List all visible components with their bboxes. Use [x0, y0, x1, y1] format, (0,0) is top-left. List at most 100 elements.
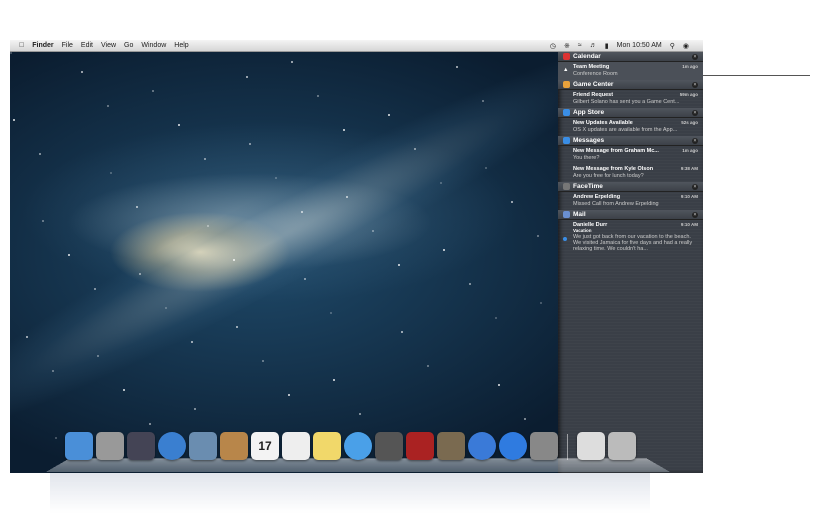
notification-title: Team Meeting	[573, 64, 610, 70]
star	[388, 114, 390, 116]
notification-item[interactable]: New Message from Graham Mc... 1m ago You t…	[558, 146, 703, 164]
star	[443, 249, 445, 251]
notification-item[interactable]: New Updates Available 52s ago OS X updates…	[558, 118, 703, 136]
clock[interactable]: Mon 10:50 AM	[617, 42, 662, 49]
notification-body: Missed Call from Andrew Erpelding	[573, 201, 659, 207]
star	[246, 76, 248, 78]
star	[236, 326, 238, 328]
dock-separator	[567, 434, 568, 460]
star	[359, 413, 361, 415]
notification-item[interactable]: Danielle Durr 9:10 AM Vacation We just got …	[558, 220, 703, 255]
section-header-mail[interactable]: Mail ×	[558, 210, 703, 220]
dock-launchpad-icon[interactable]	[96, 432, 124, 460]
star	[524, 418, 526, 420]
dock-documents-icon[interactable]	[577, 432, 605, 460]
dock-notes-icon[interactable]	[313, 432, 341, 460]
spotlight-icon[interactable]: ⚲	[670, 42, 675, 50]
star	[469, 283, 471, 285]
menu-app-name[interactable]: Finder	[32, 42, 53, 49]
star	[275, 177, 277, 179]
notification-item[interactable]: Andrew Erpelding 9:10 AM Missed Call from …	[558, 192, 703, 210]
star	[456, 66, 458, 68]
apple-menu-icon[interactable]: 	[19, 42, 24, 49]
notification-time: 52s ago	[681, 120, 698, 125]
dock-calendar-icon[interactable]: 17	[251, 432, 279, 460]
close-icon[interactable]: ×	[692, 109, 698, 116]
dock-mission-control-icon[interactable]	[127, 432, 155, 460]
star	[333, 379, 335, 381]
star	[165, 307, 167, 309]
app-icon	[563, 137, 570, 144]
star	[498, 384, 500, 386]
star	[482, 100, 484, 102]
bluetooth-icon[interactable]: ※	[564, 42, 570, 50]
star	[414, 148, 416, 150]
star	[346, 196, 348, 198]
notification-time: 1m ago	[682, 64, 698, 69]
close-icon[interactable]: ×	[692, 81, 698, 88]
section-header-facetime[interactable]: FaceTime ×	[558, 182, 703, 192]
desktop-wallpaper	[10, 40, 631, 473]
dock-app-store-icon[interactable]	[499, 432, 527, 460]
star	[55, 437, 57, 439]
star	[204, 158, 206, 160]
dock-iphoto-icon[interactable]	[437, 432, 465, 460]
star	[233, 259, 235, 261]
section-header-game-center[interactable]: Game Center ×	[558, 80, 703, 90]
star	[94, 288, 96, 290]
star	[178, 124, 180, 126]
section-title: Calendar	[573, 53, 601, 60]
star	[39, 153, 41, 155]
notification-item[interactable]: Team Meeting 1m ago Conference Room ▲	[558, 62, 703, 80]
dock-photo-booth-icon[interactable]	[406, 432, 434, 460]
notification-body: Gilbert Solano has sent you a Game Cent.…	[573, 99, 680, 105]
star	[136, 206, 138, 208]
section-header-app-store[interactable]: App Store ×	[558, 108, 703, 118]
star	[511, 201, 513, 203]
dock-messages-icon[interactable]	[344, 432, 372, 460]
star	[52, 370, 54, 372]
star	[139, 273, 141, 275]
notification-center-icon[interactable]: ◉	[683, 42, 689, 50]
star	[291, 61, 293, 63]
star	[123, 389, 125, 391]
dock-safari-icon[interactable]	[158, 432, 186, 460]
notification-title: Andrew Erpelding	[573, 194, 621, 200]
close-icon[interactable]: ×	[692, 211, 698, 218]
notification-item[interactable]: Friend Request 59m ago Gilbert Solano has …	[558, 90, 703, 108]
star	[304, 278, 306, 280]
dock-reminders-icon[interactable]	[282, 432, 310, 460]
star	[262, 360, 264, 362]
dock-finder-icon[interactable]	[65, 432, 93, 460]
dock-itunes-icon[interactable]	[468, 432, 496, 460]
star	[537, 235, 539, 237]
menu-window[interactable]: Window	[141, 42, 166, 49]
menu-file[interactable]: File	[62, 42, 73, 49]
dock-preview-icon[interactable]	[189, 432, 217, 460]
close-icon[interactable]: ×	[692, 137, 698, 144]
dock-trash-icon[interactable]	[608, 432, 636, 460]
notification-item[interactable]: New Message from Kyle Olson 9:38 AM Are yo…	[558, 164, 703, 182]
wifi-icon[interactable]: ≈	[578, 42, 582, 49]
star	[317, 95, 319, 97]
close-icon[interactable]: ×	[692, 183, 698, 190]
notification-time: 59m ago	[679, 92, 698, 97]
star	[110, 172, 112, 174]
close-icon[interactable]: ×	[692, 53, 698, 60]
section-header-calendar[interactable]: Calendar ×	[558, 52, 703, 62]
notification-center: Calendar × Team Meeting 1m ago Conference Ro…	[558, 52, 703, 473]
section-title: Game Center	[573, 81, 614, 88]
volume-icon[interactable]: ♬	[590, 42, 597, 49]
menu-go[interactable]: Go	[124, 42, 133, 49]
menu-edit[interactable]: Edit	[81, 42, 93, 49]
menu-view[interactable]: View	[101, 42, 116, 49]
dock-facetime-icon[interactable]	[375, 432, 403, 460]
dock-contacts-icon[interactable]	[220, 432, 248, 460]
app-icon	[563, 53, 570, 60]
battery-icon[interactable]: ▮	[605, 42, 609, 50]
menu-help[interactable]: Help	[174, 42, 188, 49]
dock-system-preferences-icon[interactable]	[530, 432, 558, 460]
notification-title: New Updates Available	[573, 120, 633, 126]
section-header-messages[interactable]: Messages ×	[558, 136, 703, 146]
time-machine-icon[interactable]: ◷	[550, 42, 556, 50]
